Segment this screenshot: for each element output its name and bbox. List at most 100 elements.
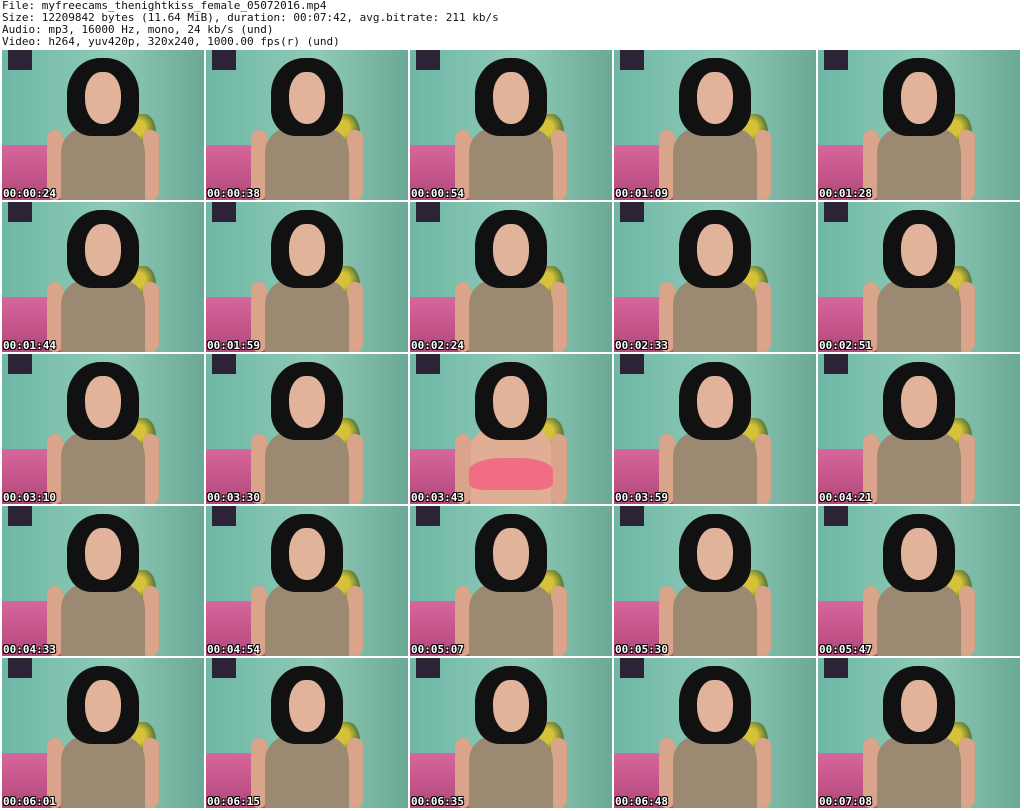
wall-poster (620, 506, 644, 526)
face (85, 376, 121, 428)
video-thumbnail: 00:03:10 (2, 354, 204, 504)
face (901, 376, 937, 428)
clothing (61, 280, 145, 352)
video-info-line: Video: h264, yuv420p, 320x240, 1000.00 f… (2, 35, 340, 48)
wall-poster (620, 50, 644, 70)
person-figure (47, 666, 159, 808)
right-arm (959, 130, 975, 200)
person-figure (455, 210, 567, 352)
wall-poster (8, 354, 32, 374)
person-figure (455, 666, 567, 808)
wall-poster (416, 506, 440, 526)
thumbnail-timestamp: 00:02:33 (615, 339, 668, 352)
person-figure (863, 362, 975, 504)
right-arm (347, 434, 363, 504)
face (85, 72, 121, 124)
wall-poster (824, 506, 848, 526)
thumbnail-timestamp: 00:04:33 (3, 643, 56, 656)
wall-poster (824, 658, 848, 678)
person-figure (863, 666, 975, 808)
wall-poster (8, 658, 32, 678)
video-thumbnail: 00:04:54 (206, 506, 408, 656)
clothing (877, 584, 961, 656)
video-thumbnail: 00:01:28 (818, 50, 1020, 200)
face (85, 680, 121, 732)
clothing (265, 432, 349, 504)
thumbnail-timestamp: 00:01:59 (207, 339, 260, 352)
person-figure (251, 210, 363, 352)
face (697, 528, 733, 580)
person-figure (47, 58, 159, 200)
right-arm (347, 130, 363, 200)
clothing (673, 584, 757, 656)
clothing (265, 280, 349, 352)
thumbnail-timestamp: 00:03:30 (207, 491, 260, 504)
clothing (673, 280, 757, 352)
video-thumbnail: 00:05:07 (410, 506, 612, 656)
right-arm (959, 434, 975, 504)
person-figure (455, 514, 567, 656)
clothing (673, 736, 757, 808)
face (901, 680, 937, 732)
video-thumbnail: 00:06:01 (2, 658, 204, 808)
wall-poster (416, 202, 440, 222)
wall-poster (212, 50, 236, 70)
person-figure (659, 210, 771, 352)
person-figure (47, 514, 159, 656)
video-thumbnail: 00:03:59 (614, 354, 816, 504)
face (901, 72, 937, 124)
clothing (265, 128, 349, 200)
thumbnail-timestamp: 00:03:43 (411, 491, 464, 504)
person-figure (863, 210, 975, 352)
wall-poster (416, 354, 440, 374)
video-thumbnail: 00:07:08 (818, 658, 1020, 808)
face (493, 72, 529, 124)
right-arm (551, 738, 567, 808)
thumbnail-timestamp: 00:05:07 (411, 643, 464, 656)
video-thumbnail: 00:04:21 (818, 354, 1020, 504)
right-arm (755, 586, 771, 656)
right-arm (959, 586, 975, 656)
face (493, 680, 529, 732)
person-figure (251, 666, 363, 808)
thumbnail-timestamp: 00:06:15 (207, 795, 260, 808)
video-thumbnail: 00:06:35 (410, 658, 612, 808)
wall-poster (8, 50, 32, 70)
clothing (265, 584, 349, 656)
clothing (61, 736, 145, 808)
video-thumbnail: 00:06:48 (614, 658, 816, 808)
video-thumbnail: 00:04:33 (2, 506, 204, 656)
wall-poster (824, 50, 848, 70)
person-figure (659, 514, 771, 656)
thumbnail-timestamp: 00:01:09 (615, 187, 668, 200)
clothing (877, 736, 961, 808)
thumbnail-timestamp: 00:07:08 (819, 795, 872, 808)
right-arm (959, 738, 975, 808)
wall-poster (212, 506, 236, 526)
wall-poster (620, 202, 644, 222)
face (493, 224, 529, 276)
thumbnail-timestamp: 00:00:24 (3, 187, 56, 200)
video-thumbnail: 00:00:24 (2, 50, 204, 200)
thumbnail-timestamp: 00:02:51 (819, 339, 872, 352)
thumbnail-timestamp: 00:01:28 (819, 187, 872, 200)
video-thumbnail: 00:02:51 (818, 202, 1020, 352)
right-arm (755, 282, 771, 352)
right-arm (143, 130, 159, 200)
face (289, 72, 325, 124)
face (901, 224, 937, 276)
right-arm (959, 282, 975, 352)
person-figure (251, 362, 363, 504)
clothing (469, 584, 553, 656)
face (697, 680, 733, 732)
thumbnail-timestamp: 00:04:21 (819, 491, 872, 504)
person-figure (863, 58, 975, 200)
wall-poster (8, 506, 32, 526)
video-thumbnail: 00:01:44 (2, 202, 204, 352)
right-arm (143, 586, 159, 656)
wall-poster (824, 354, 848, 374)
thumbnail-timestamp: 00:06:35 (411, 795, 464, 808)
thumbnail-timestamp: 00:06:48 (615, 795, 668, 808)
thumbnail-grid: 00:00:24 00:00:38 00:00:54 00:01:09 00:01:28… (2, 50, 1020, 808)
video-thumbnail: 00:02:33 (614, 202, 816, 352)
